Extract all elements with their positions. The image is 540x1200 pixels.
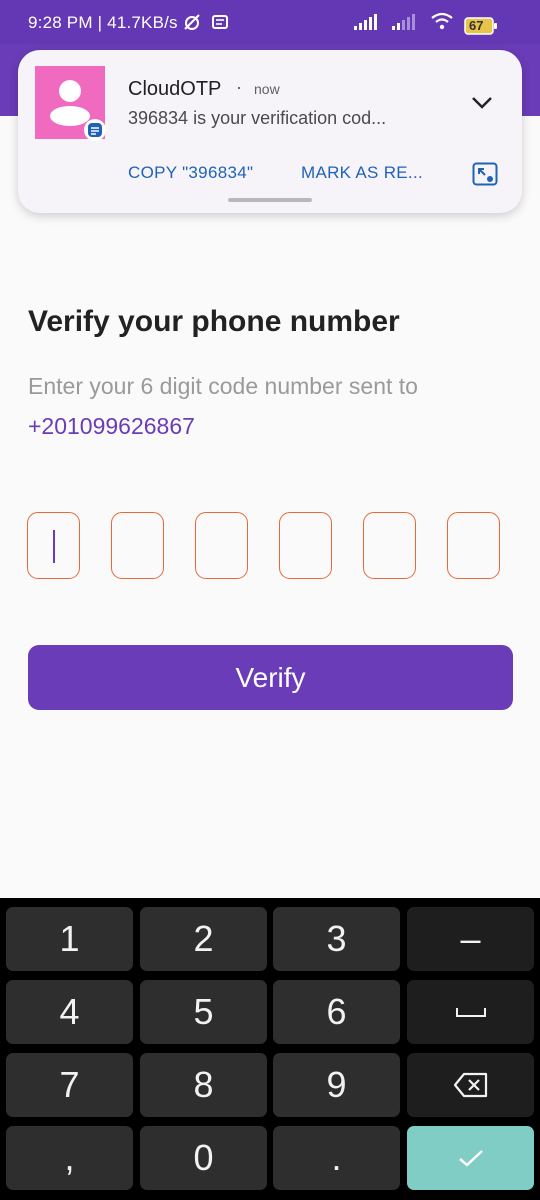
- key-minus[interactable]: –: [407, 907, 534, 971]
- otp-digit-1[interactable]: [27, 512, 80, 579]
- key-2[interactable]: 2: [140, 907, 267, 971]
- separator-dot: ·: [236, 77, 242, 97]
- key-0[interactable]: 0: [140, 1126, 267, 1190]
- key-6[interactable]: 6: [273, 980, 400, 1044]
- otp-input-group: [27, 512, 500, 579]
- battery-icon: 67: [464, 17, 498, 35]
- text-cursor: [53, 530, 55, 563]
- key-done[interactable]: [407, 1126, 534, 1190]
- key-space[interactable]: [407, 980, 534, 1044]
- key-9[interactable]: 9: [273, 1053, 400, 1117]
- chevron-down-icon[interactable]: [470, 95, 494, 116]
- key-comma[interactable]: ,: [6, 1126, 133, 1190]
- copy-code-button[interactable]: COPY "396834": [128, 163, 253, 183]
- numeric-keyboard: 1 2 3 – 4 5 6 7 8 9 , 0 .: [0, 898, 540, 1200]
- drag-handle[interactable]: [228, 198, 312, 202]
- space-icon: [455, 1008, 486, 1017]
- signal-weak-icon: [392, 14, 420, 35]
- key-backspace[interactable]: [407, 1053, 534, 1117]
- otp-digit-2[interactable]: [111, 512, 164, 579]
- instruction-text: Enter your 6 digit code number sent to: [28, 373, 418, 399]
- key-3[interactable]: 3: [273, 907, 400, 971]
- page-title: Verify your phone number: [28, 305, 400, 338]
- key-8[interactable]: 8: [140, 1053, 267, 1117]
- otp-digit-6[interactable]: [447, 512, 500, 579]
- open-in-window-icon[interactable]: [472, 162, 498, 191]
- status-right-icons: 67: [354, 12, 498, 35]
- message-badge-icon: [84, 119, 106, 141]
- status-left-icons: [182, 12, 228, 37]
- signal-icon: [354, 14, 382, 35]
- notification-time: now: [254, 81, 280, 97]
- key-period[interactable]: .: [273, 1126, 400, 1190]
- alarm-off-icon: [182, 12, 202, 37]
- notification-app-name: CloudOTP: [128, 78, 222, 100]
- status-bar: 9:28 PM | 41.7KB/s 67: [0, 0, 540, 44]
- verify-button[interactable]: Verify: [28, 645, 513, 710]
- key-1[interactable]: 1: [6, 907, 133, 971]
- notification-message: 396834 is your verification cod...: [128, 108, 387, 128]
- backspace-icon: [453, 1072, 487, 1098]
- checkmark-icon: [458, 1150, 483, 1167]
- key-4[interactable]: 4: [6, 980, 133, 1044]
- key-7[interactable]: 7: [6, 1053, 133, 1117]
- battery-level: 67: [469, 18, 484, 33]
- otp-digit-5[interactable]: [363, 512, 416, 579]
- wifi-icon: [430, 12, 454, 35]
- message-icon: [212, 14, 228, 35]
- otp-notification[interactable]: CloudOTP · now 396834 is your verificati…: [18, 50, 522, 213]
- status-time-speed: 9:28 PM | 41.7KB/s: [28, 13, 178, 32]
- phone-number: +201099626867: [28, 413, 195, 439]
- otp-digit-4[interactable]: [279, 512, 332, 579]
- otp-digit-3[interactable]: [195, 512, 248, 579]
- key-5[interactable]: 5: [140, 980, 267, 1044]
- mark-as-read-button[interactable]: MARK AS RE...: [301, 163, 423, 183]
